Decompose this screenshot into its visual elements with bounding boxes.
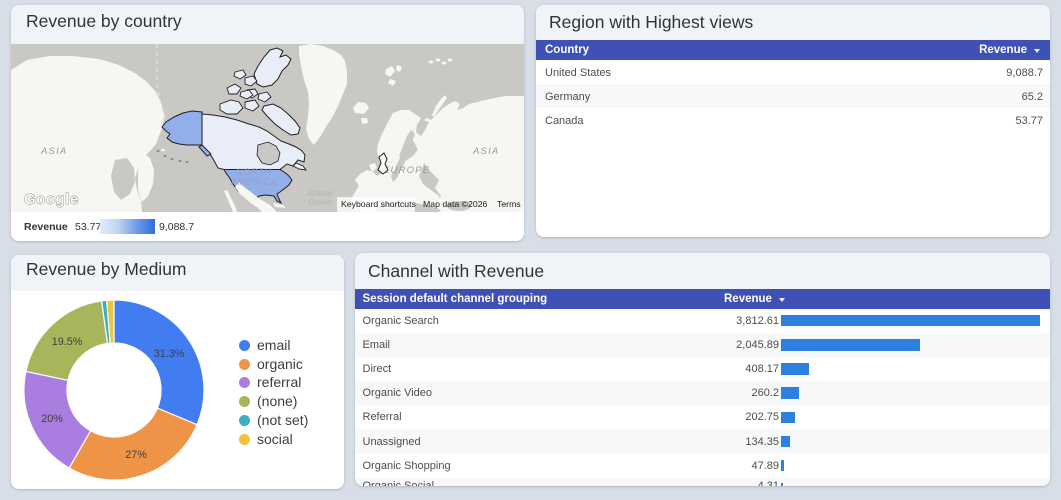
svg-text:EUROPE: EUROPE [383,165,430,176]
svg-text:ASIA: ASIA [472,146,499,157]
svg-text:20%: 20% [41,413,63,425]
svg-text:Map data ©2026: Map data ©2026 [423,199,488,209]
svg-text:Terms: Terms [497,199,521,209]
svg-text:31.3%: 31.3% [154,348,185,360]
svg-text:Google: Google [24,191,79,208]
svg-text:NORTH: NORTH [236,167,272,177]
svg-text:ASIA: ASIA [40,146,67,157]
svg-text:Keyboard shortcuts: Keyboard shortcuts [341,199,417,209]
svg-text:Atlantic: Atlantic [306,189,333,198]
svg-text:AMERICA: AMERICA [230,177,278,187]
svg-text:27%: 27% [125,449,147,461]
svg-text:Ocean: Ocean [308,198,332,207]
svg-text:19.5%: 19.5% [52,336,83,348]
